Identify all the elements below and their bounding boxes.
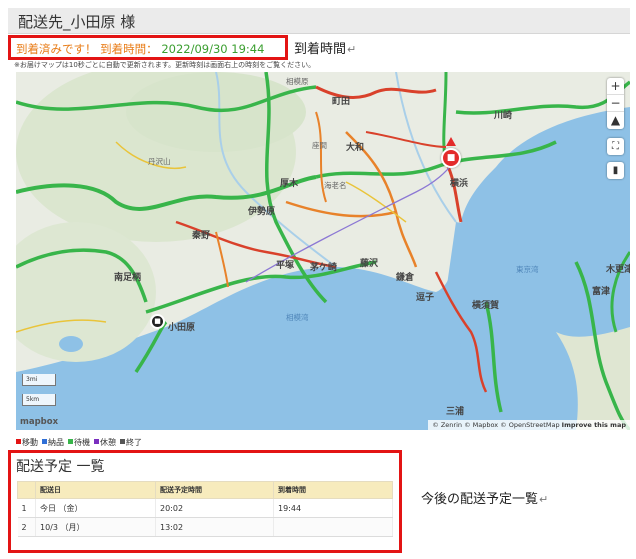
col-header-planned: 配送予定時間 [155,481,274,499]
map-label-isehara: 伊勢原 [248,207,276,217]
row-no: 2 [17,517,36,537]
improve-map-link[interactable]: Improve this map [562,421,626,429]
legend-item: 納品 [42,438,64,447]
legend-item: 待機 [68,438,90,447]
legend-label: 終了 [126,438,142,447]
table-row: 2 10/3 （月） 13:02 [17,517,393,537]
legend-label: 移動 [22,438,38,447]
arrival-status-box: 到着済みです！ 到着時間： 2022/09/30 19:44 [8,35,288,60]
mapbox-logo[interactable]: mapbox [20,417,58,427]
vehicle-location-pin[interactable]: ■ [441,148,461,168]
row-date: 10/3 （月） [35,517,156,537]
legend-swatch [94,439,99,444]
arrival-status-text: 到着済みです！ 到着時間： 2022/09/30 19:44 [16,41,264,57]
map-label-futtsu: 富津 [592,287,611,297]
arrival-time-callout: 到着時間↵ [294,38,356,57]
arrival-callout-text: 到着時間 [294,42,347,57]
vehicle-pin-pointer [446,137,456,146]
map-label-sagamihara: 相模原 [286,77,309,86]
legend-label: 待機 [74,438,90,447]
return-mark: ↵ [539,493,549,506]
row-no: 1 [17,498,36,518]
col-header-arrival: 到着時間 [273,481,393,499]
map-label-zushi: 逗子 [416,293,435,303]
legend-item: 休憩 [94,438,116,447]
attribution-text[interactable]: © Zenrin © Mapbox © OpenStreetMap [432,421,559,429]
layers-button[interactable]: ▮ [607,162,624,179]
arrival-status: 到着済みです！ [16,42,97,56]
map-label-fujisawa: 藤沢 [360,259,379,269]
map-background [16,72,630,430]
legend-label: 休憩 [100,438,116,447]
legend-swatch [42,439,47,444]
map-label-machida: 町田 [332,97,351,107]
header-bar: 配送先_小田原 様 [8,8,630,34]
map-label-kamakura: 鎌倉 [396,273,415,283]
map-label-atsugi: 厚木 [280,179,299,189]
arrival-time-value: 2022/09/30 19:44 [161,42,265,56]
schedule-header-row: 配送日 配送予定時間 到着時間 [17,481,393,499]
table-row: 1 今日 （金） 20:02 19:44 [17,498,393,518]
row-arrival-time [273,517,393,537]
zoom-out-button[interactable]: − [607,95,624,112]
map-attribution: © Zenrin © Mapbox © OpenStreetMap Improv… [428,420,630,430]
arrival-time-label: 到着時間： [100,42,158,56]
row-planned-time: 20:02 [155,498,274,518]
map-label-ebina: 海老名 [324,181,347,190]
row-date: 今日 （金） [35,498,156,518]
row-planned-time: 13:02 [155,517,274,537]
map-label-yamato: 大和 [346,143,365,153]
map-label-hadano: 秦野 [192,231,211,241]
zoom-in-button[interactable]: + [607,78,624,95]
legend-item: 終了 [120,438,142,447]
map-legend: 移動 納品 待機 休憩 終了 [16,437,146,448]
map-label-sagami-bay: 相模湾 [286,313,309,322]
map-update-note: ※お届けマップは10秒ごとに自動で更新されます。更新時刻は画面右上の時刻をご覧く… [14,61,316,69]
map-scale-km: 5km [22,394,56,406]
schedule-table: 配送日 配送予定時間 到着時間 1 今日 （金） 20:02 19:44 2 1… [17,481,393,537]
schedule-callout-text: 今後の配送予定一覧 [421,492,539,507]
map-label-tokyo-bay: 東京湾 [516,265,539,274]
schedule-title: 配送予定 一覧 [16,459,105,475]
map-label-odawara: 小田原 [168,323,196,333]
destination-marker[interactable]: ■ [150,314,165,329]
page-title: 配送先_小田原 様 [18,13,136,31]
schedule-callout: 今後の配送予定一覧↵ [421,488,548,507]
col-header-date: 配送日 [35,481,156,499]
legend-swatch [16,439,21,444]
map-label-yokohama: 横浜 [450,179,469,189]
map-label-zama: 座間 [312,141,327,150]
return-mark: ↵ [347,43,357,56]
legend-label: 納品 [48,438,64,447]
map-label-tanzawa: 丹沢山 [148,157,171,166]
delivery-map[interactable]: 相模原 町田 川崎 座間 大和 厚木 海老名 横浜 伊勢原 秦野 平塚 茅ケ崎 … [16,72,630,430]
map-label-kisarazu: 木更津 [606,265,630,275]
legend-swatch [68,439,73,444]
map-label-yokosuka: 横須賀 [472,301,500,311]
fullscreen-button[interactable]: ⛶ [607,138,624,155]
map-scale-miles: 3mi [22,374,56,386]
map-label-hiratsuka: 平塚 [276,261,295,271]
map-label-chigasaki: 茅ケ崎 [310,263,338,273]
map-label-kawasaki: 川崎 [494,111,513,121]
map-label-minamiashigara: 南足柄 [114,273,142,283]
zoom-controls: + − ▲ [607,78,624,129]
legend-swatch [120,439,125,444]
legend-item: 移動 [16,438,38,447]
schedule-box: 配送予定 一覧 配送日 配送予定時間 到着時間 1 今日 （金） 20:02 1… [8,450,402,553]
compass-button[interactable]: ▲ [607,112,624,129]
row-arrival-time: 19:44 [273,498,393,518]
col-header-no [17,481,36,499]
map-label-miura: 三浦 [446,407,465,417]
